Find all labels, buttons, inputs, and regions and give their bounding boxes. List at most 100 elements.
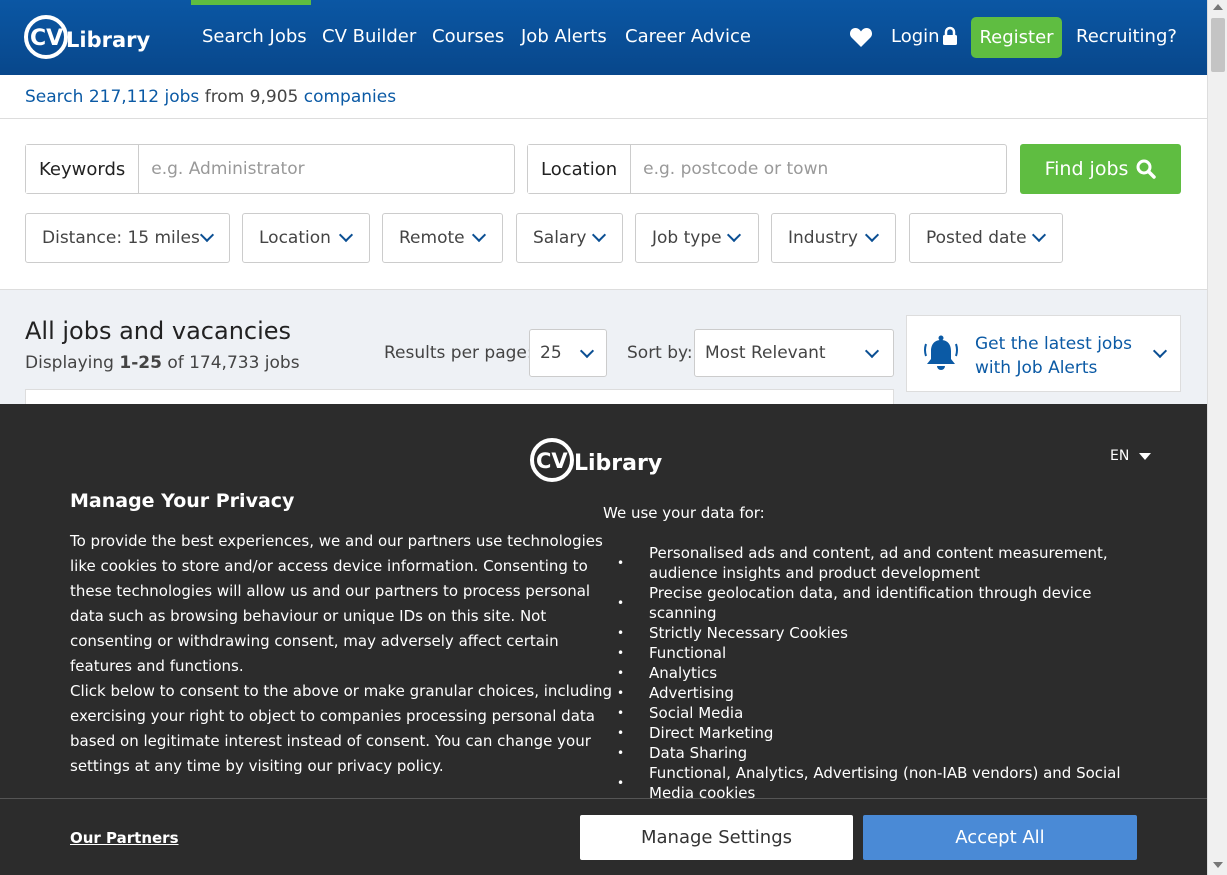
location-label: Location: [528, 145, 632, 193]
chevron-down-icon: [864, 343, 880, 359]
accept-all-button[interactable]: Accept All: [863, 815, 1137, 860]
results-title: All jobs and vacancies: [25, 317, 292, 345]
stats-jobs-count[interactable]: 217,112 jobs: [89, 87, 199, 107]
sort-by-label: Sort by:: [627, 343, 693, 363]
keywords-label: Keywords: [26, 145, 140, 193]
stats-companies-link[interactable]: companies: [304, 87, 396, 107]
stats-search-prefix[interactable]: Search: [25, 87, 83, 107]
svg-text:CV: CV: [536, 449, 568, 473]
svg-text:CV: CV: [30, 26, 63, 51]
find-jobs-button[interactable]: Find jobs: [1020, 144, 1181, 194]
list-item: Precise geolocation data, and identifica…: [617, 583, 1147, 623]
cv-library-logo: CV Library: [530, 438, 662, 482]
nav-job-alerts[interactable]: Job Alerts: [521, 26, 607, 47]
list-item: Functional: [617, 643, 1147, 663]
find-jobs-label: Find jobs: [1044, 158, 1129, 180]
filter-remote-label: Remote: [399, 228, 465, 248]
chevron-down-icon: [1031, 227, 1047, 243]
filter-distance-label: Distance: 15 miles: [42, 228, 200, 248]
page-scrollbar[interactable]: [1207, 0, 1227, 875]
sort-by-value: Most Relevant: [705, 343, 826, 363]
privacy-title: Manage Your Privacy: [70, 490, 295, 512]
privacy-consent-banner: CV Library EN Manage Your Privacy To pro…: [0, 404, 1207, 875]
search-panel: Keywords Location Find jobs Distance: 15…: [0, 119, 1207, 289]
list-item: Analytics: [617, 663, 1147, 683]
chevron-down-icon: [579, 343, 595, 359]
filter-location[interactable]: Location: [242, 213, 370, 263]
stats-text: Search 217,112 jobs from 9,905 companies: [25, 87, 396, 107]
scroll-thumb[interactable]: [1211, 18, 1225, 72]
filter-industry-label: Industry: [788, 228, 858, 248]
manage-settings-button[interactable]: Manage Settings: [580, 815, 853, 860]
filter-industry[interactable]: Industry: [771, 213, 896, 263]
results-per-page-select[interactable]: 25: [529, 329, 607, 377]
list-item: Data Sharing: [617, 743, 1147, 763]
results-section: All jobs and vacancies Displaying 1-25 o…: [0, 289, 1207, 409]
keywords-input[interactable]: [139, 145, 514, 193]
nav-active-indicator: [191, 0, 311, 5]
list-item: Strictly Necessary Cookies: [617, 623, 1147, 643]
svg-text:Library: Library: [574, 451, 662, 476]
filter-remote[interactable]: Remote: [382, 213, 503, 263]
chevron-down-icon: [1152, 343, 1168, 359]
bell-icon: [924, 335, 958, 370]
filter-salary-label: Salary: [533, 228, 587, 248]
nav-career-advice[interactable]: Career Advice: [625, 26, 751, 47]
lock-icon: [943, 26, 957, 45]
location-field: Location: [527, 144, 1007, 194]
register-button[interactable]: Register: [971, 17, 1062, 58]
results-count: Displaying 1-25 of 174,733 jobs: [25, 353, 300, 373]
language-value: EN: [1110, 448, 1130, 464]
results-total: of 174,733 jobs: [167, 353, 300, 373]
recruiting-link[interactable]: Recruiting?: [1076, 26, 1177, 47]
list-item: Social Media: [617, 703, 1147, 723]
list-item: Direct Marketing: [617, 723, 1147, 743]
data-uses-list: Personalised ads and content, ad and con…: [617, 543, 1147, 803]
caret-down-icon: [1139, 452, 1152, 460]
sort-by-select[interactable]: Most Relevant: [694, 329, 894, 377]
nav-cv-builder[interactable]: CV Builder: [322, 26, 416, 47]
svg-text:Library: Library: [66, 28, 150, 52]
privacy-body: To provide the best experiences, we and …: [70, 529, 615, 779]
filter-distance[interactable]: Distance: 15 miles: [25, 213, 230, 263]
chevron-down-icon: [726, 227, 742, 243]
data-uses-title: We use your data for:: [603, 504, 765, 522]
list-item: Advertising: [617, 683, 1147, 703]
filter-job-type[interactable]: Job type: [635, 213, 759, 263]
divider: [0, 798, 1207, 799]
nav-search-jobs[interactable]: Search Jobs: [202, 26, 307, 47]
chevron-down-icon: [199, 227, 215, 243]
filter-posted-date-label: Posted date: [926, 228, 1027, 248]
scroll-down-arrow-icon[interactable]: [1213, 862, 1223, 868]
chevron-down-icon: [471, 227, 487, 243]
location-input[interactable]: [631, 145, 1006, 193]
stats-from-text: from 9,905: [204, 87, 299, 107]
results-range: 1-25: [119, 353, 162, 373]
job-alerts-box[interactable]: Get the latest jobs with Job Alerts: [906, 315, 1181, 392]
language-selector[interactable]: EN: [1110, 448, 1152, 464]
scroll-up-arrow-icon[interactable]: [1213, 4, 1223, 10]
results-per-page-label: Results per page:: [384, 343, 533, 363]
filter-posted-date[interactable]: Posted date: [909, 213, 1063, 263]
heart-icon[interactable]: [849, 26, 873, 48]
keywords-field: Keywords: [25, 144, 515, 194]
job-alerts-text: Get the latest jobs with Job Alerts: [975, 334, 1132, 378]
privacy-body-paragraph-1: To provide the best experiences, we and …: [70, 532, 603, 675]
filter-location-label: Location: [259, 228, 331, 248]
list-item: Personalised ads and content, ad and con…: [617, 543, 1147, 583]
our-partners-link[interactable]: Our Partners: [70, 829, 179, 847]
nav-courses[interactable]: Courses: [432, 26, 504, 47]
results-displaying: Displaying: [25, 353, 114, 373]
list-item: Functional, Analytics, Advertising (non-…: [617, 763, 1147, 803]
login-link[interactable]: Login: [891, 26, 940, 47]
results-per-page-value: 25: [540, 343, 562, 363]
chevron-down-icon: [591, 227, 607, 243]
chevron-down-icon: [338, 227, 354, 243]
privacy-body-paragraph-2: Click below to consent to the above or m…: [70, 682, 613, 775]
filter-job-type-label: Job type: [652, 228, 722, 248]
stats-bar: Search 217,112 jobs from 9,905 companies: [0, 75, 1207, 119]
cv-library-logo[interactable]: CV Library: [22, 12, 162, 62]
search-icon: [1136, 159, 1157, 179]
filter-salary[interactable]: Salary: [516, 213, 623, 263]
site-header: CV Library Search Jobs CV Builder Course…: [0, 0, 1207, 75]
